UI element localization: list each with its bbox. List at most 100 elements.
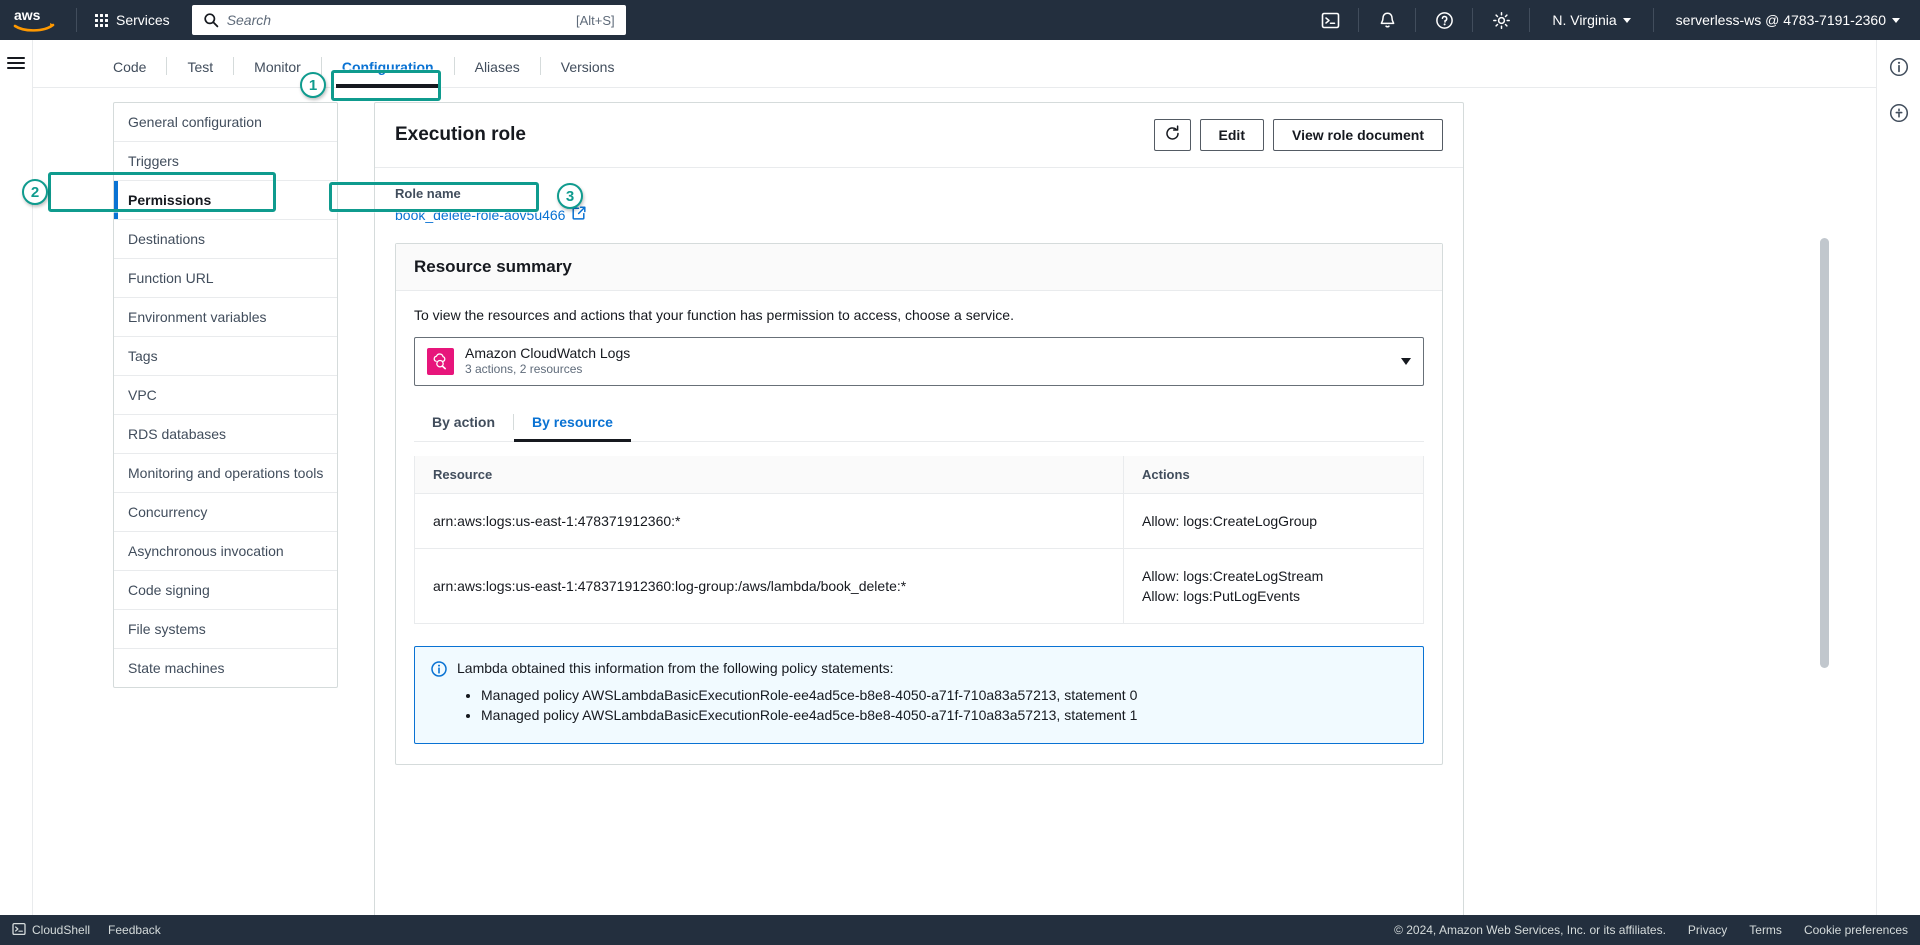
config-nav-label: State machines bbox=[128, 660, 225, 676]
role-name-link[interactable]: book_delete-role-aov5u466 bbox=[395, 206, 587, 223]
subtab-by-resource[interactable]: By resource bbox=[514, 404, 631, 442]
table-header-row: Resource Actions bbox=[414, 455, 1424, 494]
permission-view-tabs: By action By resource bbox=[414, 404, 1424, 442]
cloudshell-button[interactable]: CloudShell bbox=[12, 922, 90, 939]
edit-button[interactable]: Edit bbox=[1199, 119, 1264, 151]
refresh-icon bbox=[1164, 125, 1181, 145]
tab-code[interactable]: Code bbox=[93, 40, 166, 87]
config-nav-file-systems[interactable]: File systems bbox=[114, 610, 337, 649]
role-name-label: Role name bbox=[395, 186, 461, 201]
annotation-marker-3: 3 bbox=[557, 183, 583, 209]
cookie-preferences-link[interactable]: Cookie preferences bbox=[1804, 923, 1908, 937]
tab-versions[interactable]: Versions bbox=[541, 40, 635, 87]
account-selector[interactable]: serverless-ws @ 4783-7191-2360 bbox=[1664, 12, 1912, 28]
info-panel-icon[interactable] bbox=[1886, 54, 1912, 80]
tab-aliases[interactable]: Aliases bbox=[455, 40, 540, 87]
aws-logo[interactable]: aws bbox=[12, 7, 56, 33]
region-selector[interactable]: N. Virginia bbox=[1540, 12, 1642, 28]
config-nav-tags[interactable]: Tags bbox=[114, 337, 337, 376]
config-nav-monitoring-and-operations-tools[interactable]: Monitoring and operations tools bbox=[114, 454, 337, 493]
help-question-icon[interactable] bbox=[1426, 0, 1462, 40]
config-nav-destinations[interactable]: Destinations bbox=[114, 220, 337, 259]
region-label: N. Virginia bbox=[1552, 12, 1617, 28]
resource-summary-title: Resource summary bbox=[414, 256, 572, 276]
scrollbar-thumb[interactable] bbox=[1820, 238, 1829, 668]
subtab-by-action[interactable]: By action bbox=[414, 404, 513, 441]
config-nav-label: Monitoring and operations tools bbox=[128, 465, 324, 481]
menu-hamburger-icon[interactable] bbox=[7, 54, 25, 72]
search-input[interactable]: Search [Alt+S] bbox=[191, 5, 626, 35]
view-role-document-label: View role document bbox=[1292, 127, 1424, 143]
global-search[interactable]: Search [Alt+S] bbox=[191, 5, 626, 35]
tab-test[interactable]: Test bbox=[167, 40, 233, 87]
config-nav-label: Triggers bbox=[128, 153, 179, 169]
account-label: serverless-ws @ 4783-7191-2360 bbox=[1675, 12, 1886, 28]
service-select-text: Amazon CloudWatch Logs 3 actions, 2 reso… bbox=[465, 345, 1401, 378]
config-nav-label: Asynchronous invocation bbox=[128, 543, 284, 559]
config-nav-triggers[interactable]: Triggers bbox=[114, 142, 337, 181]
list-item: Managed policy AWSLambdaBasicExecutionRo… bbox=[481, 687, 1137, 703]
settings-gear-icon[interactable] bbox=[1483, 0, 1519, 40]
config-nav-general-configuration[interactable]: General configuration bbox=[114, 103, 337, 142]
refresh-button[interactable] bbox=[1153, 119, 1191, 151]
subtab-label: By action bbox=[432, 413, 496, 430]
cell-actions: Allow: logs:CreateLogGroup bbox=[1123, 493, 1424, 549]
config-nav-label: File systems bbox=[128, 621, 206, 637]
config-nav-label: VPC bbox=[128, 387, 157, 403]
config-nav-label: General configuration bbox=[128, 114, 262, 130]
config-nav-label: Function URL bbox=[128, 270, 214, 286]
external-link-icon bbox=[572, 206, 587, 223]
action-item: Allow: logs:CreateLogStream bbox=[1142, 567, 1324, 584]
resource-permissions-table: Resource Actions arn:aws:logs:us-east-1:… bbox=[414, 455, 1424, 625]
execution-role-content: Role name book_delete-role-aov5u466 Reso… bbox=[375, 168, 1463, 789]
privacy-link[interactable]: Privacy bbox=[1688, 923, 1727, 937]
help-panel-icon[interactable] bbox=[1886, 100, 1912, 126]
config-nav-state-machines[interactable]: State machines bbox=[114, 649, 337, 687]
svg-text:aws: aws bbox=[14, 7, 41, 23]
nav-divider bbox=[1472, 8, 1474, 32]
table-row: arn:aws:logs:us-east-1:478371912360:* Al… bbox=[414, 493, 1424, 549]
action-item: Allow: logs:CreateLogGroup bbox=[1142, 512, 1318, 529]
config-nav-concurrency[interactable]: Concurrency bbox=[114, 493, 337, 532]
annotation-marker-1: 1 bbox=[300, 72, 326, 98]
config-nav-permissions[interactable]: Permissions bbox=[114, 181, 337, 220]
app-shell: Code Test Monitor Configuration Aliases … bbox=[0, 40, 1920, 945]
cloudshell-label: CloudShell bbox=[32, 923, 91, 937]
notifications-bell-icon[interactable] bbox=[1369, 0, 1405, 40]
config-nav-rds-databases[interactable]: RDS databases bbox=[114, 415, 337, 454]
action-item: Allow: logs:PutLogEvents bbox=[1142, 588, 1300, 605]
config-nav-label: Tags bbox=[128, 348, 158, 364]
footer-bar: CloudShell Feedback © 2024, Amazon Web S… bbox=[0, 915, 1920, 945]
tab-label: Configuration bbox=[341, 59, 434, 75]
tab-label: Versions bbox=[560, 59, 615, 75]
tab-label: Code bbox=[113, 59, 147, 75]
tab-configuration[interactable]: Configuration bbox=[322, 40, 454, 88]
feedback-label: Feedback bbox=[108, 923, 161, 937]
config-nav-environment-variables[interactable]: Environment variables bbox=[114, 298, 337, 337]
service-select[interactable]: Amazon CloudWatch Logs 3 actions, 2 reso… bbox=[414, 336, 1424, 386]
tab-label: Aliases bbox=[474, 59, 520, 75]
services-menu-button[interactable]: Services bbox=[87, 6, 178, 34]
config-nav-label: Permissions bbox=[128, 192, 212, 208]
nav-divider bbox=[1652, 8, 1654, 32]
search-shortcut-hint: [Alt+S] bbox=[576, 12, 615, 28]
config-nav-asynchronous-invocation[interactable]: Asynchronous invocation bbox=[114, 532, 337, 571]
view-role-document-button[interactable]: View role document bbox=[1273, 119, 1443, 151]
config-nav-vpc[interactable]: VPC bbox=[114, 376, 337, 415]
column-header-actions: Actions bbox=[1123, 455, 1424, 494]
resource-summary-body: To view the resources and actions that y… bbox=[396, 291, 1442, 765]
nav-divider bbox=[1529, 8, 1531, 32]
nav-divider bbox=[76, 8, 77, 32]
execution-role-actions: Edit View role document bbox=[1153, 119, 1443, 151]
footer-right-group: © 2024, Amazon Web Services, Inc. or its… bbox=[1394, 923, 1908, 937]
config-nav-label: Code signing bbox=[128, 582, 210, 598]
execution-role-header: Execution role Edit View role document bbox=[375, 103, 1463, 168]
feedback-link[interactable]: Feedback bbox=[108, 923, 161, 937]
cloudshell-icon[interactable] bbox=[1312, 0, 1348, 40]
subtab-label: By resource bbox=[532, 413, 613, 430]
config-nav-code-signing[interactable]: Code signing bbox=[114, 571, 337, 610]
vertical-scrollbar[interactable] bbox=[1818, 88, 1831, 915]
resource-summary-description: To view the resources and actions that y… bbox=[414, 306, 1014, 323]
config-nav-function-url[interactable]: Function URL bbox=[114, 259, 337, 298]
terms-link[interactable]: Terms bbox=[1749, 923, 1782, 937]
